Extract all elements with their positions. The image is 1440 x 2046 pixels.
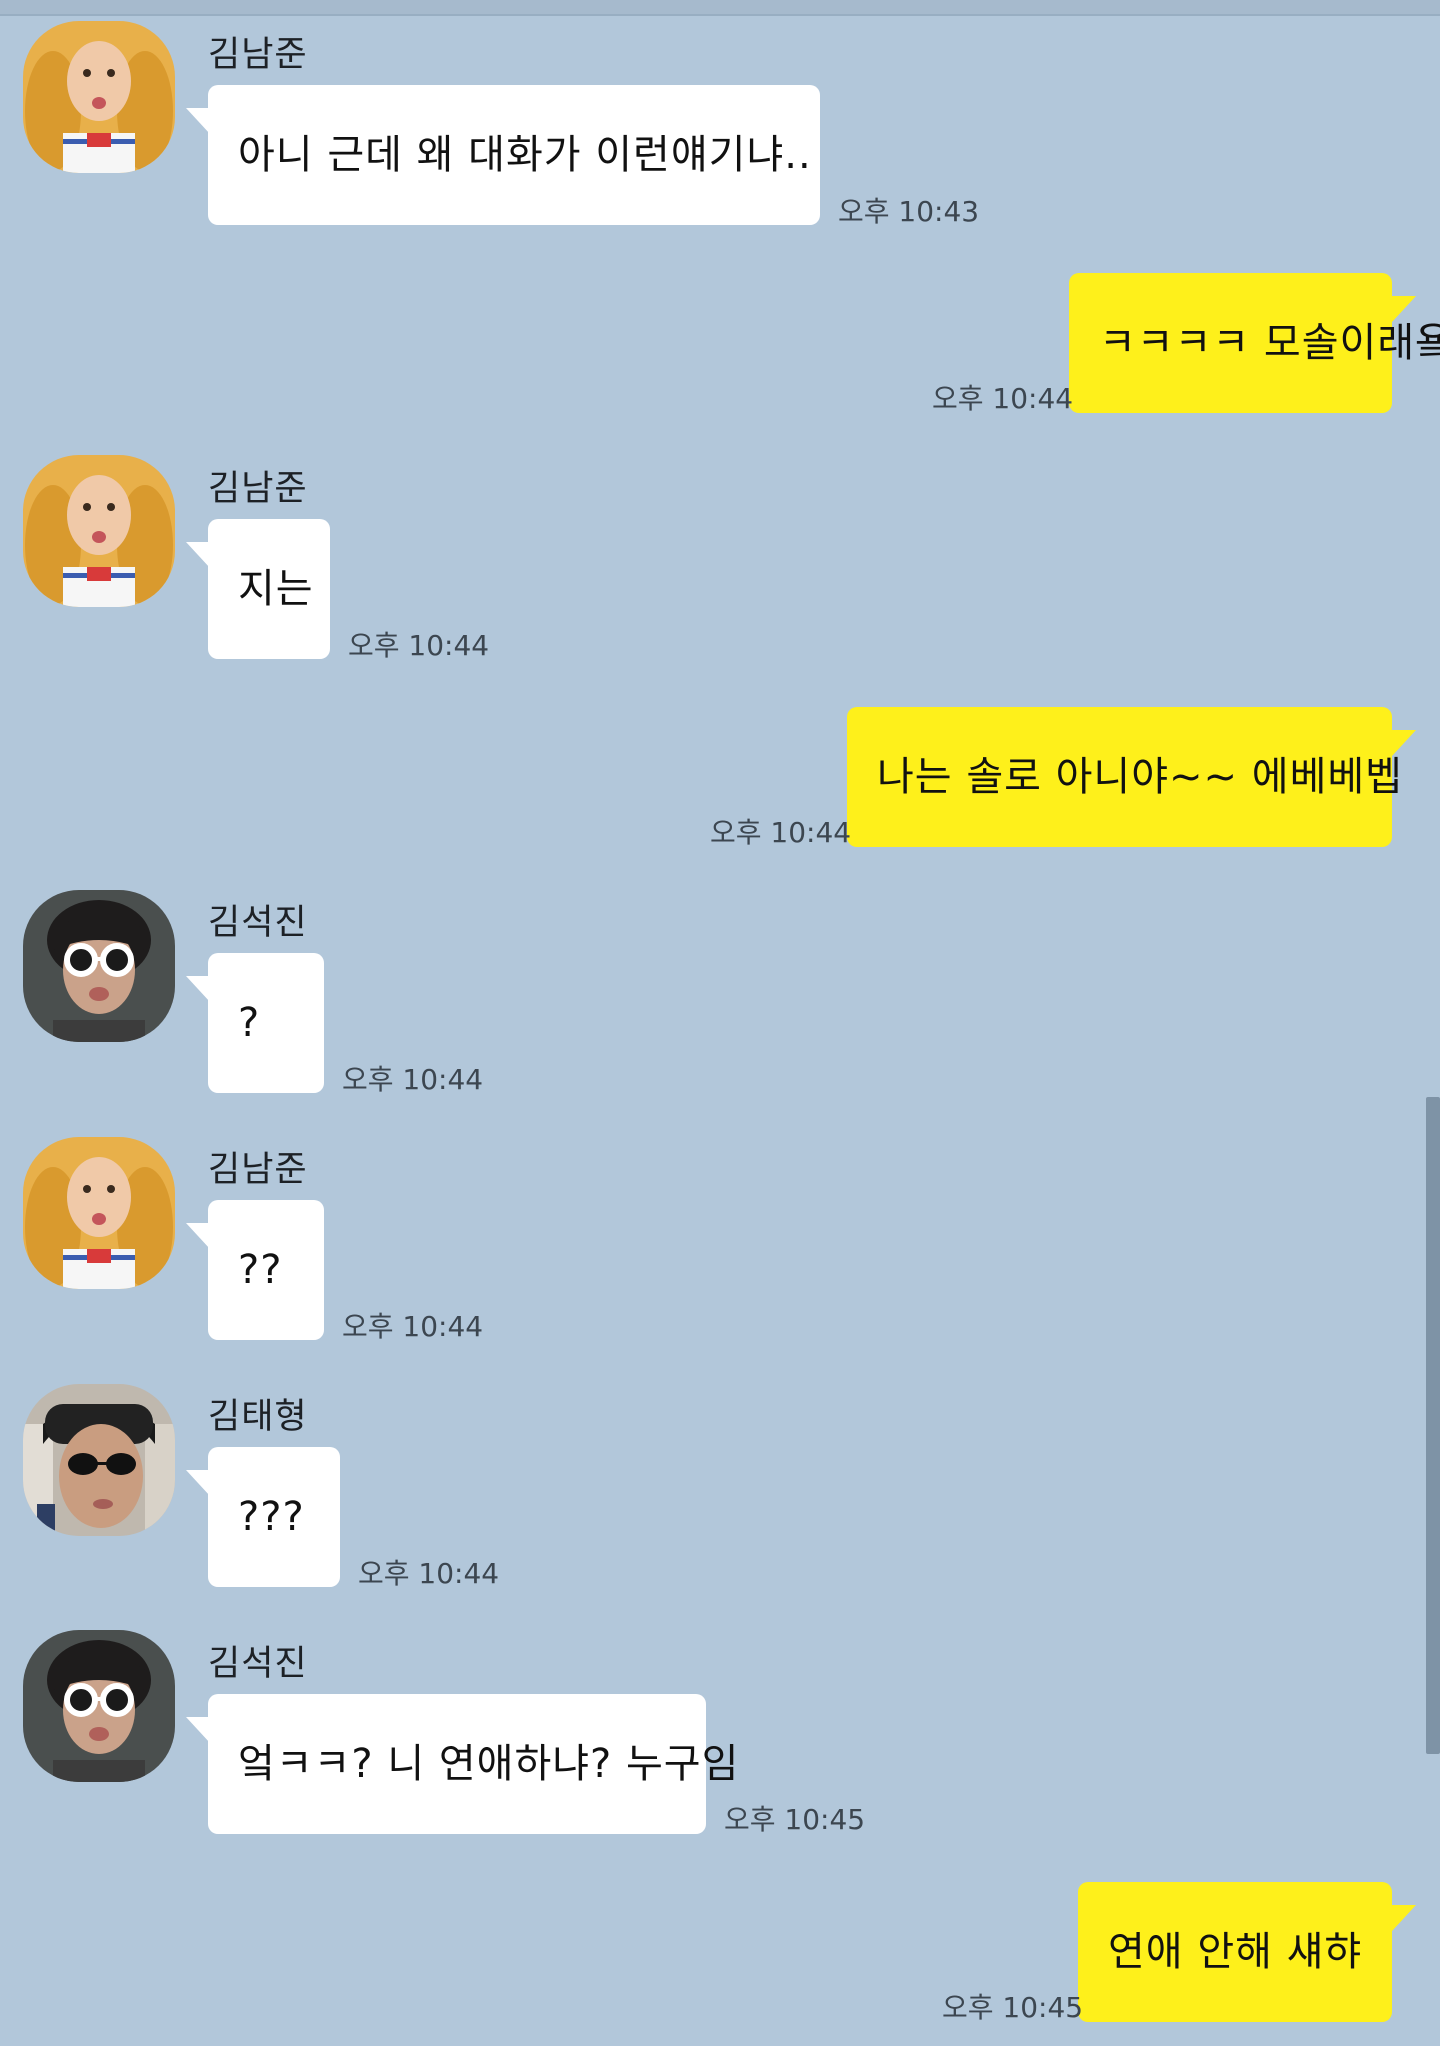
message-bubble[interactable]: 나는 솔로 아니야~~ 에베베벱 <box>847 707 1402 847</box>
message-time: 오후 10:44 <box>358 1557 500 1590</box>
sender-name: 김석진 <box>208 1644 308 1684</box>
message-time: 오후 10:44 <box>348 629 490 662</box>
bubble-tail <box>1392 730 1416 756</box>
message-time: 오후 10:44 <box>342 1310 484 1343</box>
namjoon-avatar[interactable] <box>23 455 175 607</box>
sender-name: 김태형 <box>208 1397 308 1437</box>
namjoon-avatar[interactable] <box>23 21 175 173</box>
sender-name: 김남준 <box>208 1150 308 1190</box>
bubble-tail <box>186 542 210 568</box>
message-bubble[interactable]: 연애 안해 섀햐 <box>1078 1882 1392 2022</box>
sender-name: 김석진 <box>208 903 308 943</box>
bubble-tail <box>1392 1905 1416 1931</box>
namjoon-avatar[interactable] <box>23 1137 175 1289</box>
bubble-tail <box>186 1717 210 1743</box>
message-time: 오후 10:45 <box>724 1803 866 1836</box>
message-time: 오후 10:43 <box>838 195 980 228</box>
seokjin-avatar[interactable] <box>23 890 175 1042</box>
bubble-tail <box>186 1223 210 1249</box>
message-bubble[interactable]: 아니 근데 왜 대화가 이런얘기냐.. <box>208 85 820 225</box>
sender-name: 김남준 <box>208 35 308 75</box>
message-bubble[interactable]: ? <box>208 953 324 1093</box>
message-bubble[interactable]: ㅋㅋㅋㅋ 모솔이래욬 <box>1069 273 1440 413</box>
message-time: 오후 10:44 <box>932 382 1074 415</box>
message-time: 오후 10:44 <box>710 816 852 849</box>
scrollbar[interactable] <box>1426 1097 1440 1754</box>
seokjin-avatar[interactable] <box>23 1630 175 1782</box>
message-bubble[interactable]: ??? <box>208 1447 340 1587</box>
top-divider <box>0 0 1440 16</box>
message-time: 오후 10:44 <box>342 1063 484 1096</box>
bubble-tail <box>186 976 210 1002</box>
bubble-tail <box>186 108 210 134</box>
message-time: 오후 10:45 <box>942 1991 1084 2024</box>
message-bubble[interactable]: ?? <box>208 1200 324 1340</box>
message-bubble[interactable]: 지는 <box>208 519 330 659</box>
taehyung-avatar[interactable] <box>23 1384 175 1536</box>
sender-name: 김남준 <box>208 469 308 509</box>
bubble-tail <box>186 1470 210 1496</box>
message-bubble[interactable]: 엌ㅋㅋ? 니 연애하냐? 누구임 <box>208 1694 738 1834</box>
bubble-tail <box>1392 296 1416 322</box>
